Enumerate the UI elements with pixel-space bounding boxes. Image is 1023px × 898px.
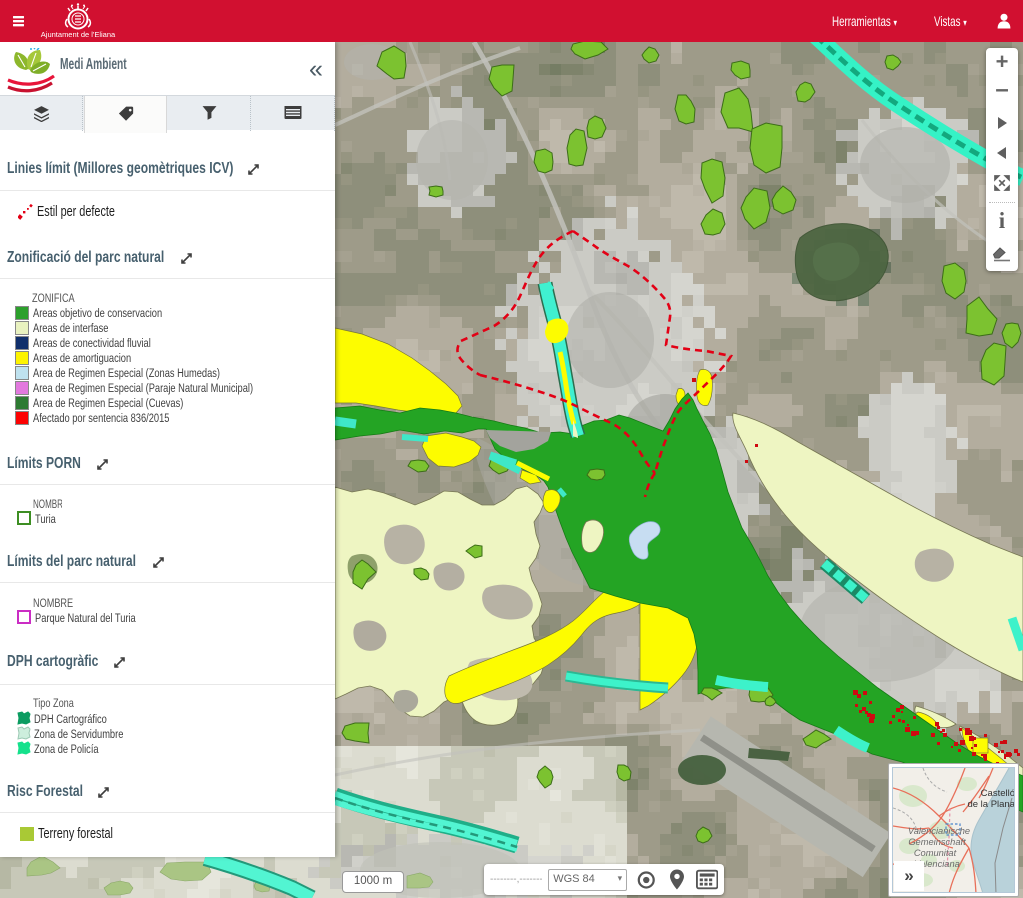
svg-text:Castelló: Castelló (981, 788, 1015, 799)
svg-text:Comunitat: Comunitat (914, 848, 957, 858)
svg-text:de la Plana: de la Plana (967, 799, 1015, 810)
svg-text:Valencianische: Valencianische (908, 826, 970, 836)
svg-text:Gemeinschaft: Gemeinschaft (908, 837, 966, 847)
